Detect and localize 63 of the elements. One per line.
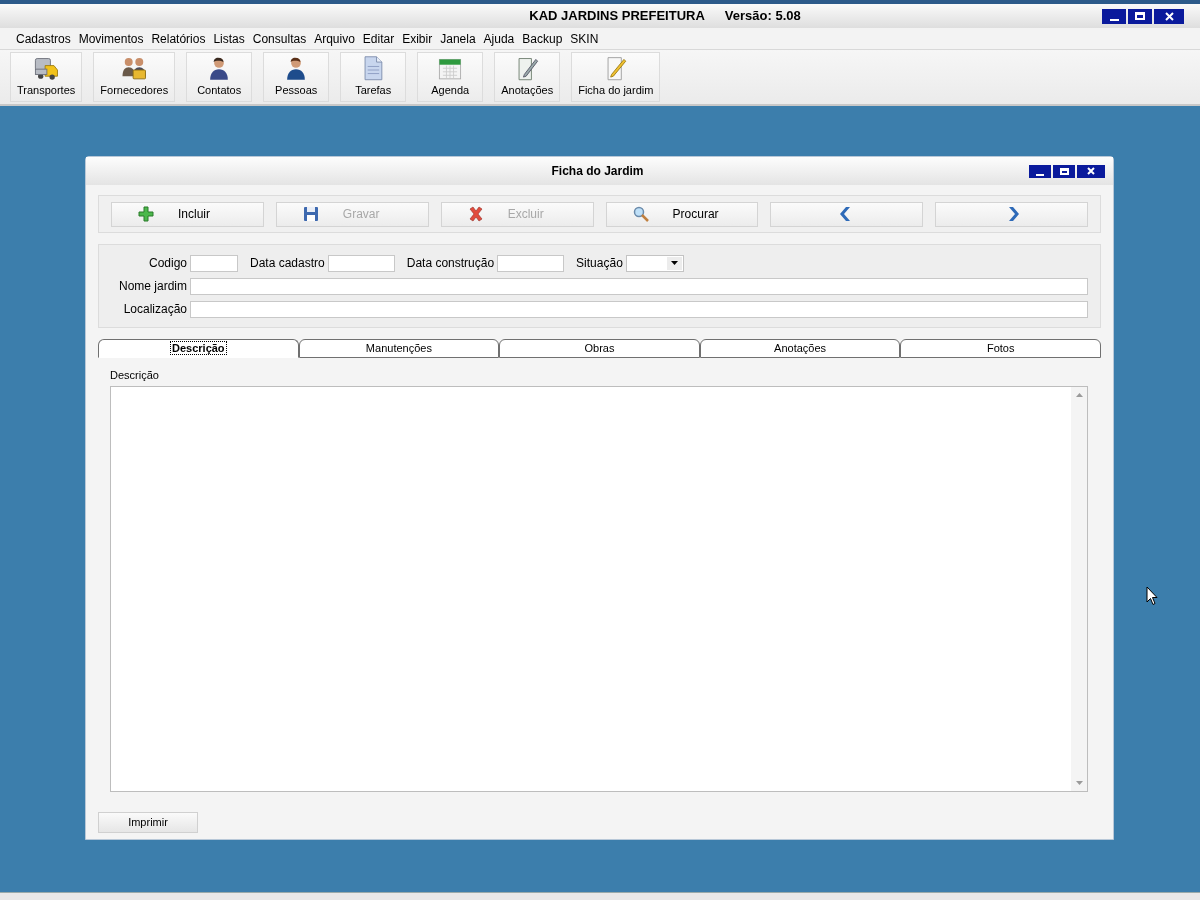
toolbar-button[interactable]: Contatos	[186, 52, 253, 102]
version-label: Versão: 5.08	[724, 7, 801, 26]
menu-item[interactable]: Movimentos	[74, 29, 148, 48]
dropdown-arrow-icon	[670, 261, 678, 265]
status-dropdown[interactable]	[625, 254, 684, 272]
toolbar-button[interactable]: Agenda	[417, 52, 484, 102]
scroll-up-icon[interactable]	[1075, 393, 1083, 397]
menu-item[interactable]: SKIN	[566, 29, 603, 48]
minimize-button[interactable]	[1029, 164, 1051, 178]
menu-item[interactable]: Exibir	[398, 29, 437, 48]
field-label: Data construção	[406, 255, 495, 272]
delete-icon	[467, 206, 484, 222]
input-field[interactable]	[327, 254, 395, 272]
input-field[interactable]	[497, 254, 565, 272]
window-title: KAD JARDINS PREFEITURA	[529, 7, 705, 26]
toolbar-button[interactable]: Fornecedores	[93, 52, 176, 102]
close-icon	[1164, 11, 1174, 21]
tab[interactable]: Descrição	[98, 339, 299, 358]
toolbar-button[interactable]: Pessoas	[263, 52, 330, 102]
search-icon	[632, 206, 649, 222]
maximize-button[interactable]	[1053, 164, 1075, 178]
minimize-button[interactable]	[1102, 8, 1126, 24]
plus-icon	[138, 206, 154, 222]
tab[interactable]: Anotações	[699, 339, 901, 358]
menu-item[interactable]: Arquivo	[310, 29, 359, 48]
menu-item[interactable]: Relatórios	[147, 29, 210, 48]
tab[interactable]: Obras	[499, 339, 700, 358]
field-label: Situação	[576, 255, 623, 272]
print-button[interactable]: Imprimir	[98, 812, 198, 833]
menu-item[interactable]: Janela	[436, 29, 480, 48]
mouse-cursor-icon	[1146, 586, 1158, 606]
toolbar-button[interactable]: Transportes	[10, 52, 83, 102]
input-field[interactable]	[190, 300, 1088, 318]
next-button[interactable]	[935, 201, 1088, 227]
field-label: Codigo	[147, 255, 187, 272]
field-label: Data cadastro	[250, 255, 325, 272]
action-button[interactable]: Procurar	[605, 201, 759, 227]
tab[interactable]: Manutenções	[298, 339, 500, 358]
tab[interactable]: Fotos	[900, 339, 1101, 358]
scrollbar[interactable]	[1071, 387, 1087, 791]
toolbar-button[interactable]: Ficha do jardim	[571, 52, 661, 102]
input-field[interactable]	[190, 277, 1088, 295]
menu-item[interactable]: Ajuda	[479, 29, 519, 48]
close-button[interactable]	[1154, 8, 1184, 24]
action-button[interactable]: Incluir	[111, 201, 264, 227]
previous-button[interactable]	[770, 201, 924, 227]
close-button[interactable]	[1077, 164, 1105, 178]
field-label: Localização	[122, 301, 187, 318]
scroll-down-icon[interactable]	[1075, 781, 1083, 785]
menu-item[interactable]: Cadastros	[12, 29, 75, 48]
menu-item[interactable]: Consultas	[248, 29, 311, 48]
input-field[interactable]	[190, 254, 238, 272]
menu-item[interactable]: Backup	[518, 29, 567, 48]
toolbar-button[interactable]: Tarefas	[340, 52, 407, 102]
description-label: Descrição	[110, 369, 159, 381]
field-label: Nome jardim	[118, 278, 187, 295]
description-textarea[interactable]	[110, 386, 1088, 792]
form-title: Ficha do Jardim	[551, 163, 644, 180]
close-icon	[1087, 167, 1095, 175]
maximize-button[interactable]	[1128, 8, 1152, 24]
menu-item[interactable]: Editar	[358, 29, 399, 48]
toolbar-button[interactable]: Anotações	[494, 52, 561, 102]
menu-item[interactable]: Listas	[209, 29, 249, 48]
